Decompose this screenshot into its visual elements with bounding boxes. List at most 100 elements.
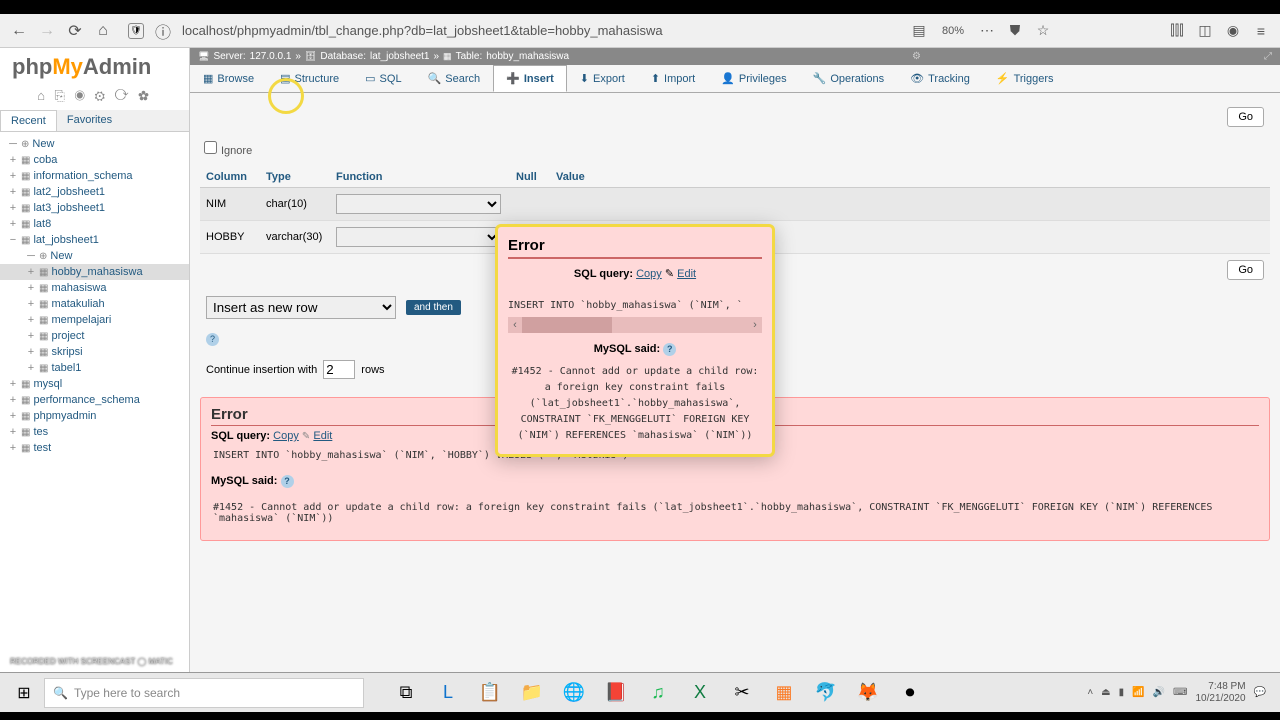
tray-volume-icon[interactable]: 🔊 xyxy=(1153,687,1165,698)
logo[interactable]: phpMyAdmin xyxy=(0,48,189,86)
tray-lang-icon[interactable]: ⌨ xyxy=(1173,687,1187,698)
tab-browse[interactable]: ▦Browse xyxy=(190,65,267,92)
col-header-value: Value xyxy=(556,171,1264,183)
taskbar-search[interactable]: 🔍 Type here to search xyxy=(44,678,364,708)
tree-table[interactable]: +▦tabel1 xyxy=(0,360,189,376)
tab-recent[interactable]: Recent xyxy=(0,110,57,131)
reader-icon[interactable]: ▤ xyxy=(908,20,930,42)
tray-battery-icon[interactable]: ▮ xyxy=(1119,687,1125,698)
tab-insert[interactable]: ➕Insert xyxy=(493,65,567,92)
sidebar-icon[interactable]: ◫ xyxy=(1194,20,1216,42)
explorer-icon[interactable]: 📁 xyxy=(512,675,552,711)
url-text[interactable]: localhost/phpmyadmin/tbl_change.php?db=l… xyxy=(182,23,663,38)
snip-icon[interactable]: ✂ xyxy=(722,675,762,711)
sidebar-quick-icons[interactable]: ⌂ ⎘ ◉ ⚙ ⟳ ✿ xyxy=(0,86,189,110)
popup-scrollbar[interactable]: ‹› xyxy=(508,317,762,333)
menu-dots-icon[interactable]: ⋯ xyxy=(976,20,998,42)
edit-icon: ✎ xyxy=(302,431,310,442)
zoom-level[interactable]: 80% xyxy=(942,25,964,37)
tray-chevron-icon[interactable]: ˄ xyxy=(1087,687,1093,698)
tree-item[interactable]: +▦lat2_jobsheet1 xyxy=(0,184,189,200)
back-button[interactable]: ← xyxy=(8,20,30,42)
function-select-hobby[interactable] xyxy=(336,227,501,247)
insert-mode-select[interactable]: Insert as new row xyxy=(206,296,396,319)
pocket-icon[interactable]: ⛊ xyxy=(1004,20,1026,42)
tree-table[interactable]: +▦skripsi xyxy=(0,344,189,360)
hamburger-icon[interactable]: ≡ xyxy=(1250,20,1272,42)
tab-operations[interactable]: 🔧Operations xyxy=(800,65,898,92)
clock[interactable]: 7:48 PM 10/21/2020 xyxy=(1195,681,1245,705)
excel-icon[interactable]: X xyxy=(680,675,720,711)
tab-tracking[interactable]: 👁Tracking xyxy=(897,65,983,92)
tree-item[interactable]: +▦coba xyxy=(0,152,189,168)
tab-import[interactable]: ⬆Import xyxy=(638,65,708,92)
server-icon: 🖥 xyxy=(198,51,209,62)
help-icon[interactable]: ? xyxy=(281,475,294,488)
tree-new-table[interactable]: ─⊕New xyxy=(0,248,189,264)
tab-favorites[interactable]: Favorites xyxy=(57,110,122,131)
firefox-icon[interactable]: 🦊 xyxy=(848,675,888,711)
app-icon[interactable]: L xyxy=(428,675,468,711)
tree-table[interactable]: +▦mempelajari xyxy=(0,312,189,328)
tree-new[interactable]: ─⊕New xyxy=(0,136,189,152)
tab-structure[interactable]: ▤Structure xyxy=(267,65,352,92)
library-icon[interactable]: ⫿⫿⫿ xyxy=(1166,20,1188,42)
tab-triggers[interactable]: ⚡Triggers xyxy=(983,65,1067,92)
spotify-icon[interactable]: ♫ xyxy=(638,675,678,711)
function-select-nim[interactable] xyxy=(336,194,501,214)
db-tree: ─⊕New +▦coba +▦information_schema +▦lat2… xyxy=(0,132,189,460)
shield-icon[interactable]: 🛡 xyxy=(128,23,144,39)
tree-item[interactable]: +▦lat8 xyxy=(0,216,189,232)
home-button[interactable]: ⌂ xyxy=(92,20,114,42)
bc-database[interactable]: lat_jobsheet1 xyxy=(370,51,430,62)
expand-icon[interactable]: ⤢ xyxy=(1264,51,1272,62)
popup-copy-link[interactable]: Copy xyxy=(636,268,662,280)
ignore-checkbox[interactable]: Ignore xyxy=(204,145,252,157)
continue-rows-input[interactable] xyxy=(323,360,355,379)
popup-query-preview: INSERT INTO `hobby_mahasiswa` (`NIM`, ` xyxy=(508,300,762,311)
help-icon[interactable]: ? xyxy=(206,333,219,346)
copy-link[interactable]: Copy xyxy=(273,430,299,442)
tree-table-hobby[interactable]: +▦hobby_mahasiswa xyxy=(0,264,189,280)
tree-item[interactable]: +▦performance_schema xyxy=(0,392,189,408)
tray-wifi-icon[interactable]: 📶 xyxy=(1132,687,1144,698)
bc-table[interactable]: hobby_mahasiswa xyxy=(486,51,569,62)
edit-link[interactable]: Edit xyxy=(313,430,332,442)
notifications-icon[interactable]: 💬 xyxy=(1254,687,1266,698)
tree-item[interactable]: +▦lat3_jobsheet1 xyxy=(0,200,189,216)
help-icon[interactable]: ? xyxy=(663,343,676,356)
reload-button[interactable]: ⟳ xyxy=(64,20,86,42)
tab-sql[interactable]: ▭SQL xyxy=(352,65,414,92)
main-tabs: ▦Browse ▤Structure ▭SQL 🔍Search ➕Insert … xyxy=(190,65,1280,93)
go-button[interactable]: Go xyxy=(1227,107,1264,127)
tree-table[interactable]: +▦project xyxy=(0,328,189,344)
task-view-icon[interactable]: ⧉ xyxy=(386,675,426,711)
xampp-icon[interactable]: ▦ xyxy=(764,675,804,711)
bc-server[interactable]: 127.0.0.1 xyxy=(250,51,292,62)
chrome-icon[interactable]: 🌐 xyxy=(554,675,594,711)
forward-button[interactable]: → xyxy=(36,20,58,42)
gear-icon[interactable]: ⚙ xyxy=(912,51,921,62)
start-button[interactable]: ⊞ xyxy=(6,675,42,711)
tree-item[interactable]: +▦information_schema xyxy=(0,168,189,184)
tree-item[interactable]: +▦test xyxy=(0,440,189,456)
star-icon[interactable]: ☆ xyxy=(1032,20,1054,42)
acrobat-icon[interactable]: 📕 xyxy=(596,675,636,711)
popup-edit-link[interactable]: Edit xyxy=(677,268,696,280)
tree-item[interactable]: +▦tes xyxy=(0,424,189,440)
tree-item[interactable]: +▦mysql xyxy=(0,376,189,392)
tab-export[interactable]: ⬇Export xyxy=(567,65,638,92)
info-icon[interactable]: ⓘ xyxy=(152,20,174,42)
tree-table[interactable]: +▦mahasiswa xyxy=(0,280,189,296)
tree-item[interactable]: +▦phpmyadmin xyxy=(0,408,189,424)
tab-search[interactable]: 🔍Search xyxy=(415,65,494,92)
app-icon[interactable]: 🐬 xyxy=(806,675,846,711)
tree-table[interactable]: +▦matakuliah xyxy=(0,296,189,312)
tray-usb-icon[interactable]: ⏏ xyxy=(1101,687,1110,698)
record-icon[interactable]: ⏺ xyxy=(890,675,930,711)
tree-item-lat-jobsheet1[interactable]: −▦lat_jobsheet1 xyxy=(0,232,189,248)
go-button-2[interactable]: Go xyxy=(1227,260,1264,280)
tab-privileges[interactable]: 👤Privileges xyxy=(708,65,799,92)
office-icon[interactable]: 📋 xyxy=(470,675,510,711)
account-icon[interactable]: ◉ xyxy=(1222,20,1244,42)
